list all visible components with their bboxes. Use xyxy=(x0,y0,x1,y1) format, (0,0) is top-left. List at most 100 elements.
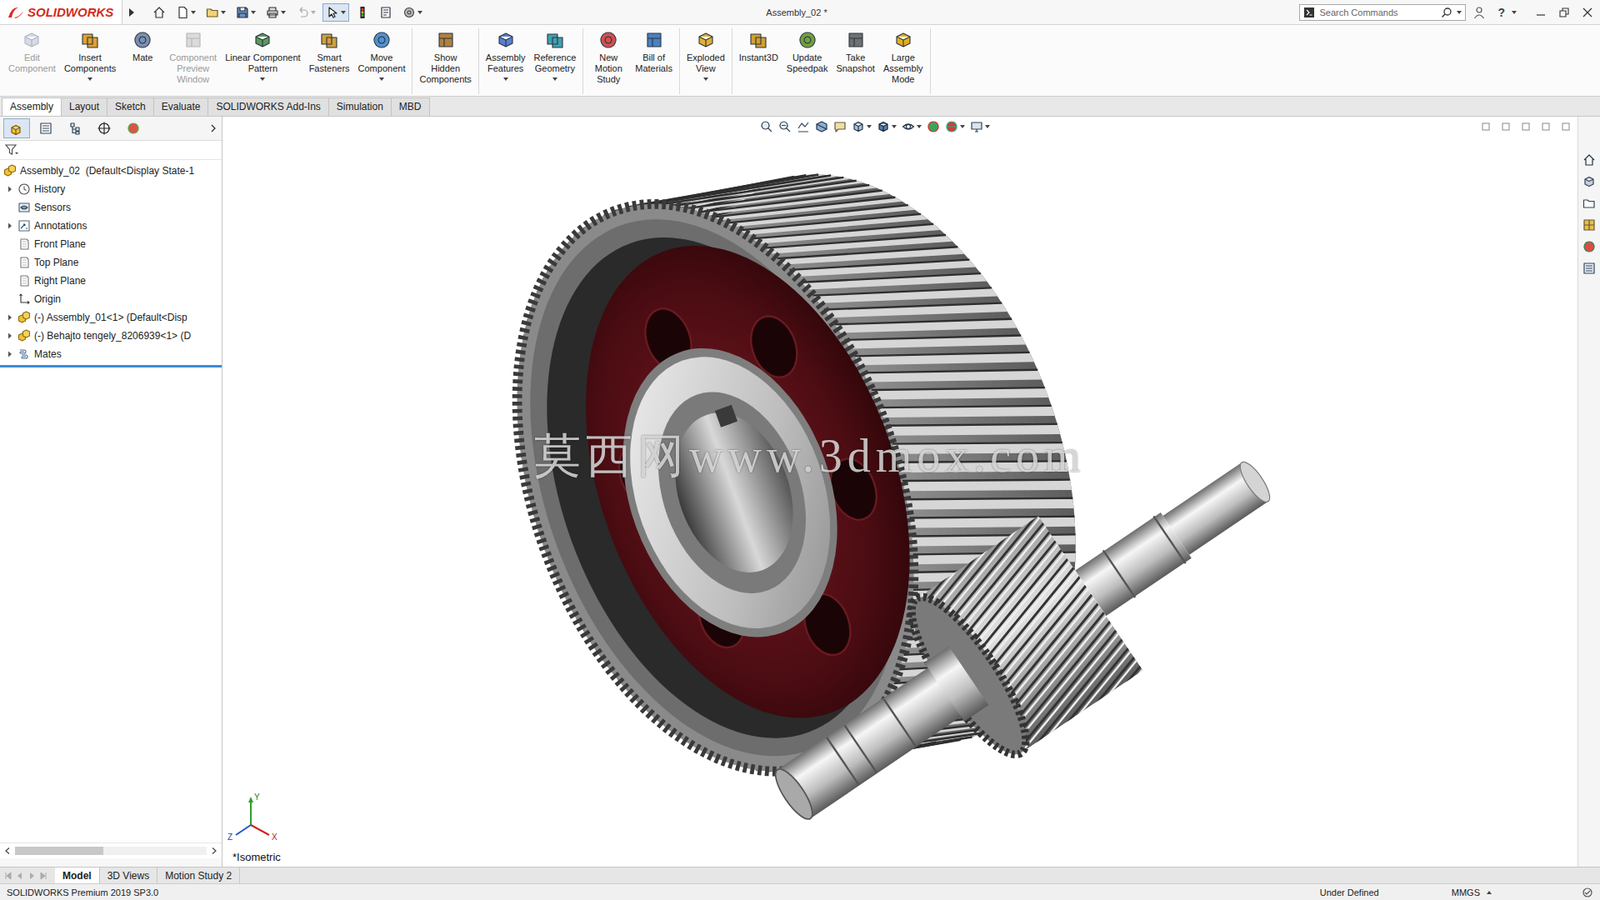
command-tab[interactable]: Assembly xyxy=(1,97,62,116)
expand-arrow-icon[interactable] xyxy=(5,313,15,322)
user-account-icon[interactable] xyxy=(1472,5,1486,20)
dropdown-arrow-icon[interactable] xyxy=(866,125,872,129)
view-tool-button[interactable] xyxy=(901,120,922,134)
dropdown-arrow-icon[interactable] xyxy=(280,10,286,15)
scroll-thumb[interactable] xyxy=(15,846,104,855)
search-commands-field[interactable]: Search Commands xyxy=(1299,4,1466,21)
command-tab[interactable]: Layout xyxy=(60,97,108,116)
view-tool-button[interactable] xyxy=(760,120,774,134)
dropdown-arrow-icon[interactable] xyxy=(703,77,709,81)
command-button[interactable]: LargeAssemblyMode xyxy=(879,28,928,87)
scroll-track[interactable] xyxy=(15,846,207,855)
model-tab[interactable]: Motion Study 2 xyxy=(157,867,240,884)
task-pane-tab[interactable] xyxy=(1580,216,1598,234)
expand-arrow-icon[interactable] xyxy=(5,331,15,340)
command-button[interactable]: SmartFasteners xyxy=(305,28,355,76)
command-button[interactable]: UpdateSpeedpak xyxy=(782,28,833,76)
command-button[interactable]: Linear ComponentPattern xyxy=(220,28,305,83)
tree-item[interactable]: Origin xyxy=(0,290,222,309)
dropdown-arrow-icon[interactable] xyxy=(190,10,196,15)
expand-arrow-icon[interactable] xyxy=(5,350,15,359)
task-pane-tab[interactable] xyxy=(1580,151,1598,169)
graphics-area[interactable]: 莫西网www.3dmox.comYXZ*Isometric xyxy=(222,116,1578,867)
dropdown-arrow-icon[interactable] xyxy=(87,77,93,81)
menu-expand-icon[interactable] xyxy=(127,6,136,19)
command-button[interactable]: TakeSnapshot xyxy=(831,28,879,76)
command-button[interactable]: Bill ofMaterials xyxy=(630,28,677,76)
pane-tile-icon[interactable] xyxy=(1480,121,1491,132)
quick-access-button[interactable] xyxy=(262,3,290,22)
pane-minimize-icon[interactable] xyxy=(1520,121,1531,132)
task-pane-tab[interactable] xyxy=(1580,238,1598,255)
task-pane-tab[interactable] xyxy=(1580,173,1598,190)
pane-close-icon[interactable] xyxy=(1560,121,1571,132)
view-tool-button[interactable] xyxy=(876,120,897,134)
command-button[interactable]: ExplodedView xyxy=(682,28,730,83)
dropdown-arrow-icon[interactable] xyxy=(310,10,316,15)
view-tool-button[interactable] xyxy=(926,120,940,134)
expand-arrow-icon[interactable] xyxy=(5,221,15,230)
model-tab[interactable]: Model xyxy=(55,867,100,884)
horizontal-scrollbar[interactable] xyxy=(0,842,222,859)
task-pane-tab[interactable] xyxy=(1580,260,1598,277)
previous-tab-icon[interactable] xyxy=(15,870,25,881)
dropdown-arrow-icon[interactable] xyxy=(417,10,423,15)
last-tab-icon[interactable] xyxy=(38,870,49,881)
units-menu-icon[interactable] xyxy=(1486,890,1492,895)
help-dropdown-icon[interactable] xyxy=(1511,10,1517,15)
status-options-icon[interactable] xyxy=(1581,886,1594,899)
manager-tab[interactable] xyxy=(61,118,89,139)
tree-item[interactable]: Front Plane xyxy=(0,235,222,254)
quick-access-button[interactable] xyxy=(172,3,200,22)
command-button[interactable]: ShowHiddenComponents xyxy=(415,28,475,87)
command-button[interactable]: Instant3D xyxy=(735,28,783,65)
command-button[interactable]: NewMotionStudy xyxy=(585,28,631,87)
command-button[interactable]: MoveComponent xyxy=(354,28,410,83)
view-tool-button[interactable] xyxy=(945,120,965,134)
view-tool-button[interactable] xyxy=(778,120,792,134)
command-tab[interactable]: Sketch xyxy=(106,97,155,116)
tree-filter[interactable] xyxy=(0,140,222,160)
view-tool-button[interactable] xyxy=(833,120,847,134)
quick-access-button[interactable] xyxy=(202,3,230,22)
quick-access-button[interactable] xyxy=(149,3,170,22)
tree-item[interactable]: (-) Assembly_01<1> (Default<Disp xyxy=(0,308,222,327)
panel-splitter[interactable] xyxy=(0,858,222,867)
view-tool-button[interactable] xyxy=(851,120,872,134)
dropdown-arrow-icon[interactable] xyxy=(379,77,385,81)
command-button[interactable]: ReferenceGeometry xyxy=(530,28,581,83)
tree-item[interactable]: Assembly_02 (Default<Display State-1 xyxy=(0,161,222,180)
large-helical-gear[interactable] xyxy=(444,119,1150,827)
help-button[interactable]: ? xyxy=(1492,5,1505,20)
pane-restore-icon[interactable] xyxy=(1540,121,1551,132)
quick-access-button[interactable] xyxy=(292,3,320,22)
next-tab-icon[interactable] xyxy=(26,870,37,881)
tree-item[interactable]: (-) Behajto tengely_8206939<1> (D xyxy=(0,326,222,345)
command-tab[interactable]: Simulation xyxy=(328,97,392,116)
command-button[interactable]: ComponentPreviewWindow xyxy=(165,28,221,87)
tree-item[interactable]: History xyxy=(0,180,222,199)
pinion-shaft[interactable] xyxy=(684,327,1345,867)
manager-tab[interactable] xyxy=(120,118,147,139)
view-tool-button[interactable] xyxy=(796,120,810,134)
more-tabs-chevron-icon[interactable] xyxy=(208,122,219,135)
tree-item[interactable]: Sensors xyxy=(0,198,222,217)
quick-access-button[interactable] xyxy=(322,3,350,22)
tree-item[interactable]: Top Plane xyxy=(0,253,222,272)
manager-tab[interactable] xyxy=(90,118,118,139)
scroll-right-icon[interactable] xyxy=(210,846,219,855)
dropdown-arrow-icon[interactable] xyxy=(503,77,509,81)
manager-tab[interactable] xyxy=(32,118,60,139)
task-pane-tab[interactable] xyxy=(1580,195,1598,212)
tree-item[interactable]: Annotations xyxy=(0,216,222,235)
command-tab[interactable]: MBD xyxy=(390,97,430,116)
rollback-bar[interactable] xyxy=(0,365,222,368)
first-tab-icon[interactable] xyxy=(3,870,14,881)
dropdown-arrow-icon[interactable] xyxy=(260,77,265,81)
dropdown-arrow-icon[interactable] xyxy=(552,77,558,81)
reference-triad[interactable]: YXZ xyxy=(225,791,285,844)
dropdown-arrow-icon[interactable] xyxy=(985,125,990,129)
quick-access-button[interactable] xyxy=(232,3,260,22)
manager-tab[interactable] xyxy=(3,118,30,139)
command-button[interactable]: EditComponent xyxy=(4,28,60,76)
